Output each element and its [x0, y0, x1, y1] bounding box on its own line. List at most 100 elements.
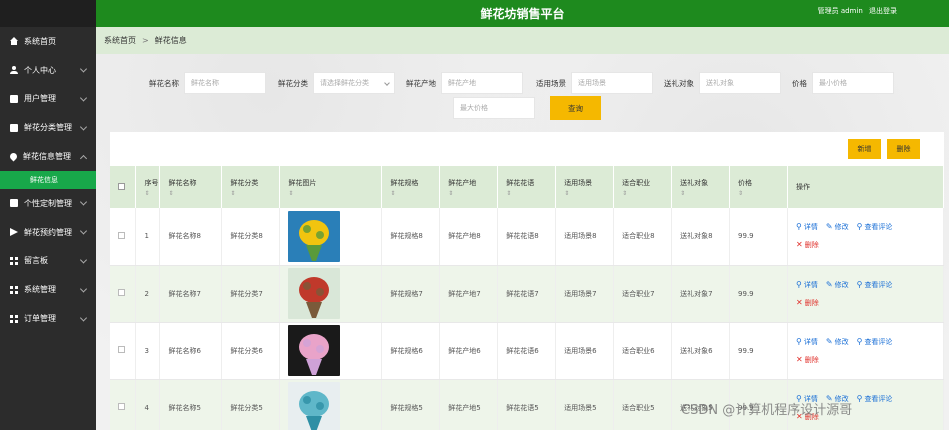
- search-max-price-group: 最大价格: [453, 97, 535, 119]
- col-header-price[interactable]: 价格 ⇕: [729, 166, 789, 208]
- col-header-language[interactable]: 鲜花花语 ⇕: [497, 166, 557, 208]
- edit-link[interactable]: ✎ 修改: [826, 280, 849, 289]
- query-button[interactable]: 查询: [550, 96, 601, 120]
- sidebar-item-orders[interactable]: 订单管理: [0, 304, 96, 333]
- cell-origin: 鲜花产地5: [439, 379, 499, 430]
- search-icon: ⚲: [856, 336, 863, 346]
- add-button[interactable]: 新增: [848, 139, 881, 159]
- sort-icon: ⇕: [738, 189, 744, 197]
- sort-icon: ⇕: [622, 189, 628, 197]
- detail-link[interactable]: ⚲ 详情: [796, 279, 818, 289]
- edit-link[interactable]: ✎ 修改: [826, 337, 849, 346]
- sidebar-item-reservation[interactable]: 鲜花预约管理: [0, 218, 96, 247]
- review-link[interactable]: ⚲ 查看评论: [857, 280, 893, 289]
- row-checkbox[interactable]: [118, 231, 125, 239]
- col-header-job[interactable]: 适合职业 ⇕: [613, 166, 673, 208]
- sort-icon: ⇕: [390, 189, 396, 197]
- table-row[interactable]: 2 鲜花名称7 鲜花分类7 鲜花规格7 鲜花产地7 鲜花花语7 适用场景7 适合职业7 送礼对象…: [110, 265, 944, 323]
- logout-link[interactable]: 退出登录: [869, 7, 897, 15]
- table-row[interactable]: 1 鲜花名称8 鲜花分类8 鲜花规格8 鲜花产地8 鲜花花语8 适用场景8 适合职业8 送礼对象…: [110, 208, 944, 266]
- min-price-input[interactable]: 最小价格: [812, 72, 894, 94]
- cell-category: 鲜花分类6: [221, 322, 281, 380]
- search-icon: ⚲: [796, 279, 802, 289]
- col-header-spec[interactable]: 鲜花规格 ⇕: [381, 166, 441, 208]
- table-row[interactable]: 3 鲜花名称6 鲜花分类6 鲜花规格6 鲜花产地6 鲜花花语6 适用场景6 适合职业6 送礼对象…: [110, 322, 944, 380]
- sidebar-item-home[interactable]: 系统首页: [0, 27, 96, 56]
- col-header-label: 鲜花图片: [288, 178, 317, 187]
- search-origin-label: 鲜花产地: [406, 78, 436, 88]
- review-link[interactable]: ⚲ 查看评论: [857, 222, 893, 231]
- search-scene-group: 适用场景 适用场景: [536, 72, 653, 94]
- row-checkbox[interactable]: [118, 403, 125, 410]
- col-header-label: 鲜花名称: [168, 178, 197, 187]
- cell-image: [279, 265, 383, 323]
- sidebar-item-label: 鲜花信息管理: [23, 152, 71, 162]
- sidebar-subitem-flower-info[interactable]: 鲜花信息: [0, 170, 96, 189]
- sidebar-item-flower-info[interactable]: 鲜花信息管理: [0, 142, 96, 171]
- search-scene-input[interactable]: 适用场景: [571, 72, 653, 94]
- box-icon: [10, 123, 18, 132]
- search-category-group: 鲜花分类 请选择鲜花分类: [278, 72, 395, 94]
- col-header-scene[interactable]: 适用场景 ⇕: [555, 166, 615, 208]
- chevron-down-icon: [79, 65, 88, 73]
- sidebar-item-custom[interactable]: 个性定制管理: [0, 189, 96, 218]
- cell-price: 99.9: [729, 322, 789, 380]
- op-label: 详情: [803, 280, 818, 289]
- review-link[interactable]: ⚲ 查看评论: [857, 394, 893, 403]
- search-category-select[interactable]: 请选择鲜花分类: [313, 72, 395, 94]
- col-header-image[interactable]: 鲜花图片 ⇕: [279, 166, 383, 208]
- cell-origin: 鲜花产地8: [439, 208, 499, 266]
- review-link[interactable]: ⚲ 查看评论: [856, 336, 893, 346]
- chevron-down-icon: [79, 94, 88, 102]
- sort-icon: ⇕: [506, 189, 512, 197]
- sidebar-item-label: 鲜花分类管理: [24, 123, 72, 133]
- detail-link[interactable]: ⚲ 详情: [796, 337, 818, 346]
- col-header-label: 鲜花花语: [506, 178, 535, 187]
- col-header-name[interactable]: 鲜花名称 ⇕: [159, 166, 223, 208]
- sidebar-item-label: 鲜花预约管理: [24, 227, 72, 237]
- sidebar-item-profile[interactable]: 个人中心: [0, 56, 96, 85]
- edit-link[interactable]: ✎ 修改: [826, 222, 849, 231]
- cell-spec: 鲜花规格8: [381, 208, 441, 266]
- col-header-category[interactable]: 鲜花分类 ⇕: [221, 166, 281, 208]
- search-scene-label: 适用场景: [536, 78, 566, 88]
- max-price-input[interactable]: 最大价格: [453, 97, 535, 119]
- row-delete-link[interactable]: ✕ 删除: [796, 240, 819, 249]
- flower-thumbnail[interactable]: [288, 268, 341, 319]
- sidebar-item-users[interactable]: 用户管理: [0, 85, 96, 114]
- sidebar-item-category[interactable]: 鲜花分类管理: [0, 113, 96, 142]
- flower-thumbnail[interactable]: [288, 325, 341, 376]
- detail-link[interactable]: ⚲ 详情: [796, 222, 818, 231]
- send-icon: [10, 228, 18, 237]
- op-label: 修改: [834, 280, 849, 289]
- col-header-no[interactable]: 序号 ⇕: [135, 166, 161, 208]
- user-area: 管理员 admin 退出登录: [814, 6, 897, 16]
- flower-thumbnail[interactable]: [288, 382, 341, 430]
- cell-spec: 鲜花规格5: [381, 379, 441, 430]
- col-header-label: 适用场景: [564, 178, 593, 187]
- search-origin-input[interactable]: 鲜花产地: [441, 72, 523, 94]
- col-header-origin[interactable]: 鲜花产地 ⇕: [439, 166, 499, 208]
- row-delete-link[interactable]: ✕ 删除: [796, 298, 819, 307]
- cell-name: 鲜花名称8: [159, 208, 223, 266]
- delete-button[interactable]: 删除: [887, 139, 920, 159]
- search-name-input[interactable]: 鲜花名称: [184, 72, 266, 94]
- flower-thumbnail[interactable]: [288, 210, 341, 262]
- search-origin-group: 鲜花产地 鲜花产地: [406, 72, 523, 94]
- sidebar-item-label: 个人中心: [24, 65, 56, 75]
- col-header-ops: 操作: [787, 166, 944, 208]
- search-target-input[interactable]: 送礼对象: [699, 72, 781, 94]
- cell-scene: 适用场景5: [555, 379, 615, 430]
- sidebar-item-system[interactable]: 系统管理: [0, 275, 96, 304]
- row-checkbox[interactable]: [118, 346, 125, 353]
- row-checkbox[interactable]: [118, 289, 125, 296]
- breadcrumb-home[interactable]: 系统首页: [104, 35, 136, 46]
- cell-price: 99.9: [729, 208, 789, 266]
- sidebar-item-messages[interactable]: 留言板: [0, 247, 96, 276]
- top-bar: 鲜花坊销售平台 管理员 admin 退出登录: [96, 0, 949, 27]
- select-all-cell: [110, 166, 137, 208]
- col-header-label: 鲜花产地: [448, 178, 477, 187]
- col-header-target[interactable]: 送礼对象 ⇕: [671, 166, 731, 208]
- select-all-checkbox[interactable]: [118, 182, 125, 190]
- row-delete-link[interactable]: ✕ 删除: [796, 355, 819, 364]
